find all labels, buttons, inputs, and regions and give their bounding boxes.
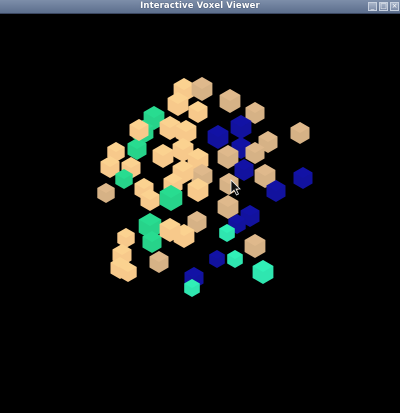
voxel-cube [244, 234, 266, 258]
viewer-window: Interactive Voxel Viewer _ □ × [0, 0, 400, 413]
voxel-cube [117, 228, 135, 248]
maximize-button[interactable]: □ [379, 2, 388, 11]
voxel-cube [219, 89, 241, 113]
voxel-cube [97, 183, 115, 203]
title-bar[interactable]: Interactive Voxel Viewer _ □ × [0, 0, 400, 14]
voxel-cube [152, 144, 174, 168]
voxel-cube [293, 167, 313, 189]
window-title: Interactive Voxel Viewer [140, 1, 260, 11]
voxel-cube [188, 101, 208, 123]
voxel-scene[interactable] [0, 14, 400, 413]
voxel-cube [191, 77, 213, 101]
voxel-cube [209, 250, 225, 268]
voxel-canvas[interactable] [0, 14, 400, 413]
voxel-cube [252, 260, 274, 284]
voxel-cube [290, 122, 310, 144]
voxel-cube [227, 250, 243, 268]
voxel-cube [207, 125, 229, 149]
close-button[interactable]: × [390, 2, 399, 11]
minimize-button[interactable]: _ [368, 2, 377, 11]
voxel-cube [149, 251, 169, 273]
